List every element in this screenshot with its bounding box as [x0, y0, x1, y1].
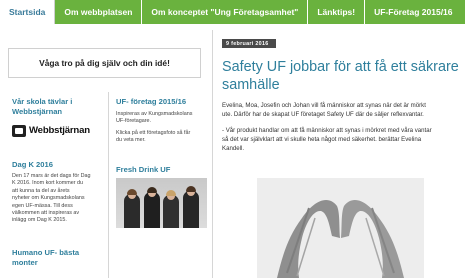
article-paragraph-1: Evelina, Moa, Josefin och Johan vill få …	[222, 101, 462, 119]
person-hair	[186, 186, 196, 192]
uf-line: Klicka på ett företagsfoto så får	[116, 130, 191, 136]
heart-hands-illustration	[257, 178, 424, 278]
webbstjarnan-logo-icon	[12, 124, 26, 137]
uf-title[interactable]: UF- företag 2015/16	[116, 97, 210, 107]
nav-uf-foretag[interactable]: UF-Företag 2015/16	[365, 0, 461, 24]
nav-om-webbplatsen[interactable]: Om webbplatsen	[55, 0, 143, 24]
column-divider	[108, 92, 109, 278]
post-date-badge: 9 februari 2016	[222, 39, 276, 48]
logo-text: Webbstjärnan	[29, 125, 90, 136]
person-hair	[166, 190, 176, 196]
uf-line: UF-företagare.	[116, 118, 152, 125]
fresh-drink-group-photo[interactable]	[116, 178, 207, 228]
nav-startsida[interactable]: Startsida	[0, 0, 56, 24]
fresh-title[interactable]: Fresh Drink UF	[116, 165, 210, 175]
dagk-line: K 2016. Inom kort kommer du	[12, 180, 84, 187]
dagk-line: välkommen att inspireras av	[12, 210, 80, 217]
slogan-banner: Våga tro på dig själv och din idé!	[8, 48, 201, 78]
uf-text-2: Klicka på ett företagsfoto så får du vet…	[116, 130, 210, 145]
school-title[interactable]: Vår skola tävlar i Webbstjärnan	[12, 97, 104, 116]
heart-hands-photo	[257, 178, 424, 278]
webbstjarnan-logo[interactable]: Webbstjärnan	[12, 122, 104, 139]
person-hair	[127, 189, 137, 195]
dagk-line: Den 17 mars är det dags för Dag	[12, 173, 91, 179]
dagk-text: Den 17 mars är det dags för Dag K 2016. …	[12, 173, 106, 225]
article-line: ute. Därför har de skapat UF företaget S…	[222, 111, 424, 119]
article-paragraph-2: - Vår produkt handlar om att få människo…	[222, 126, 462, 154]
slogan-text: Våga tro på dig själv och din idé!	[39, 58, 170, 68]
uf-text: Inspireras av Kungsmadskolans UF-företag…	[116, 111, 210, 126]
dagk-line: nyheter om Kungsmadskolans	[12, 195, 85, 202]
person-hair	[147, 187, 157, 193]
person-figure	[183, 191, 199, 228]
person-figure	[144, 192, 160, 228]
nav-lanktips[interactable]: Länktips!	[308, 0, 366, 24]
dagk-line: inlägg om Dag K 2015.	[12, 217, 67, 224]
article-title[interactable]: Safety UF jobbar för att få ett säkrare …	[222, 58, 462, 94]
article-line: Evelina, Moa, Josefin och Johan vill få …	[222, 102, 426, 109]
page: Startsida Om webbplatsen Om konceptet "U…	[0, 0, 465, 278]
uf-line: du veta mer.	[116, 137, 146, 144]
column-divider	[212, 30, 213, 278]
uf-line: Inspireras av Kungsmadskolans	[116, 111, 193, 117]
dagk-line: egen UF-mässa. Till dess	[12, 202, 73, 209]
nav-om-konceptet[interactable]: Om konceptet "Ung Företagsamhet"	[142, 0, 309, 24]
dagk-title[interactable]: Dag K 2016	[12, 160, 104, 170]
article-line: - Vår produkt handlar om att få människo…	[222, 127, 432, 134]
article-line: så det var självklart att vi skulle heta…	[222, 136, 422, 144]
article-line: Kandell.	[222, 145, 245, 153]
person-figure	[124, 194, 140, 228]
humano-title[interactable]: Humano UF- bästa monter	[12, 248, 104, 267]
main-nav: Startsida Om webbplatsen Om konceptet "U…	[0, 0, 465, 24]
dagk-line: att kunna ta del av årets	[12, 187, 70, 194]
